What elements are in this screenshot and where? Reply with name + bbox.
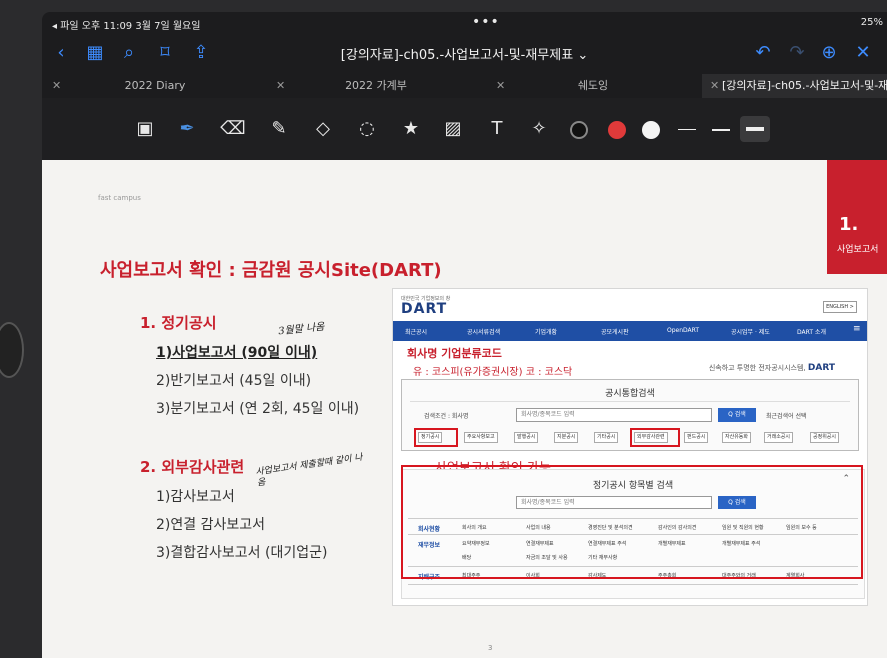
dart-nav-item[interactable]: DART 소개 xyxy=(797,327,826,336)
slide-heading: 사업보고서 확인 : 금감원 공시Site(DART) xyxy=(100,260,442,281)
eraser-icon[interactable]: ⌫ xyxy=(220,116,246,142)
item-consolidated-audit: 2)연결 감사보고서 xyxy=(156,517,265,533)
checkbox-other[interactable]: 기타공시 xyxy=(594,432,619,443)
battery-level: 25% xyxy=(860,17,883,28)
search-input[interactable]: 회사명/종목코드 입력 xyxy=(516,408,712,422)
handwritten-note-2: 사업보고서 제출할때 같이 나옴 xyxy=(255,452,364,489)
search-button[interactable]: Q 검색 xyxy=(718,408,756,422)
multitask-dots[interactable]: ••• xyxy=(472,14,500,30)
tab-label: 2022 Diary xyxy=(124,79,186,92)
chapter-tab: 1. 사업보고서 xyxy=(827,160,887,274)
menu-icon[interactable]: ≡ xyxy=(853,324,861,334)
item-half-report: 2)반기보고서 (45일 이내) xyxy=(156,373,312,389)
page-number: 3 xyxy=(488,644,493,652)
slogan-text: 신속하고 투명한 전자공시시스템, xyxy=(708,364,806,372)
divider xyxy=(408,584,858,585)
item-audit-report: 1)감사보고서 xyxy=(156,489,235,505)
image-icon[interactable]: ▨ xyxy=(440,116,466,142)
highlight-audit xyxy=(630,428,680,447)
tab-label: [강의자료]-ch05.-사업보고서-및-재무... xyxy=(722,79,887,92)
dart-screenshot: 대한민국 기업정보의 창 DART ENGLISH > 최근공시 공시서류검색 … xyxy=(392,288,868,606)
checkbox-issuance[interactable]: 발행공시 xyxy=(514,432,539,443)
dart-nav-item[interactable]: 공시업무 · 제도 xyxy=(731,327,770,336)
checkbox-major[interactable]: 주요사항보고 xyxy=(464,432,498,443)
redo-icon[interactable]: ↷ xyxy=(786,42,808,64)
dart-nav-item[interactable]: 공시서류검색 xyxy=(467,327,500,336)
undo-icon[interactable]: ↶ xyxy=(752,42,774,64)
drawing-toolbar: ▣ ✒ ⌫ ✎ ◇ ◌ ★ ▨ T ✧ xyxy=(42,98,887,160)
add-page-icon[interactable]: ⊕ xyxy=(818,42,840,64)
text-icon[interactable]: T xyxy=(484,116,510,142)
device-camera xyxy=(0,322,24,378)
chapter-label: 사업보고서 xyxy=(837,245,879,255)
tab-shadowing[interactable]: ✕ 쉐도잉 xyxy=(484,74,702,98)
dart-nav-item[interactable]: 기업개황 xyxy=(535,327,557,336)
color-red-swatch[interactable] xyxy=(608,121,626,139)
dart-nav-item[interactable]: 최근공시 xyxy=(405,327,427,336)
dart-nav-item[interactable]: OpenDART xyxy=(667,327,699,334)
stroke-thin[interactable] xyxy=(678,129,696,130)
tab-label: 2022 가계부 xyxy=(345,79,407,92)
shapes-icon[interactable]: ◇ xyxy=(310,116,336,142)
nav-bar: ‹ ▦ ⌕ ⌑ ⇪ [강의자료]-ch05.-사업보고서-및-재무제표 ⌄ ↶ … xyxy=(42,34,887,74)
tab-bar: ✕ 2022 Diary ✕ 2022 가계부 ✕ 쉐도잉 ✕ [강의자료]-c… xyxy=(42,74,887,98)
checkbox-exchange[interactable]: 거래소공시 xyxy=(764,432,794,443)
reader-icon[interactable]: ▣ xyxy=(132,116,158,142)
handwritten-note-1: 3월말 나옴 xyxy=(277,321,326,338)
lasso-icon[interactable]: ◌ xyxy=(354,116,380,142)
highlighter-icon[interactable]: ✎ xyxy=(266,116,292,142)
dart-slogan: 신속하고 투명한 전자공시시스템, DART xyxy=(709,363,835,373)
status-left: ◂ 파일 오후 11:09 3월 7일 월요일 xyxy=(52,21,201,32)
document-page[interactable]: 1. 사업보고서 fast campus 사업보고서 확인 : 금감원 공시Si… xyxy=(42,160,887,658)
dart-nav-item[interactable]: 공모게시판 xyxy=(601,327,629,336)
english-button[interactable]: ENGLISH > xyxy=(823,301,857,313)
app-window: ◂ 파일 오후 11:09 3월 7일 월요일 ••• 25% ‹ ▦ ⌕ ⌑ … xyxy=(42,12,887,658)
section-periodic: 1. 정기공시 xyxy=(140,314,217,332)
slogan-brand: DART xyxy=(807,363,835,373)
checkbox-abs[interactable]: 자산유동화 xyxy=(722,432,752,443)
close-icon[interactable]: ✕ xyxy=(852,42,874,64)
highlight-periodic-search xyxy=(401,465,863,579)
checkbox-equity[interactable]: 지분공시 xyxy=(554,432,579,443)
tab-lecture[interactable]: ✕ [강의자료]-ch05.-사업보고서-및-재무... xyxy=(702,74,887,98)
pen-icon[interactable]: ✒ xyxy=(174,116,200,142)
integrated-search-title: 공시통합검색 xyxy=(605,389,655,399)
dart-nav-bar: 최근공시 공시서류검색 기업개황 공모게시판 OpenDART 공시업무 · 제… xyxy=(393,321,867,341)
stroke-thick[interactable] xyxy=(746,127,764,131)
tab-budget[interactable]: ✕ 2022 가계부 xyxy=(268,74,484,98)
search-condition-select[interactable]: 검색조건 : 회사명 xyxy=(424,411,468,420)
dart-logo: DART xyxy=(401,301,448,317)
recent-search-select[interactable]: 최근검색어 선택 xyxy=(766,411,807,420)
color-black-swatch[interactable] xyxy=(570,121,588,139)
corp-code-note: 유 : 코스피(유가증권시장) 코 : 코스닥 xyxy=(413,367,573,378)
tab-label: 쉐도잉 xyxy=(577,79,609,92)
item-quarter-report: 3)분기보고서 (연 2회, 45일 이내) xyxy=(156,401,360,417)
status-bar: ◂ 파일 오후 11:09 3월 7일 월요일 ••• 25% xyxy=(42,12,887,34)
integrated-search-panel: 공시통합검색 검색조건 : 회사명 회사명/종목코드 입력 Q 검색 최근검색어… xyxy=(401,379,859,451)
color-white-swatch[interactable] xyxy=(642,121,660,139)
checkbox-fund[interactable]: 펀드공시 xyxy=(684,432,709,443)
tab-diary[interactable]: ✕ 2022 Diary xyxy=(42,74,268,98)
stroke-medium[interactable] xyxy=(712,129,730,131)
highlight-periodic xyxy=(414,428,458,447)
corp-code-title: 회사명 기업분류코드 xyxy=(407,347,502,360)
laser-pointer-icon[interactable]: ✧ xyxy=(526,116,552,142)
tab-close-icon[interactable]: ✕ xyxy=(710,74,719,98)
checkbox-ftc[interactable]: 공정위공시 xyxy=(810,432,840,443)
fastcampus-logo: fast campus xyxy=(98,194,141,202)
item-combined-audit: 3)결합감사보고서 (대기업군) xyxy=(156,545,328,561)
item-business-report: 1)사업보고서 (90일 이내) xyxy=(156,345,318,361)
section-audit: 2. 외부감사관련 xyxy=(140,458,245,476)
sticker-icon[interactable]: ★ xyxy=(398,116,424,142)
divider xyxy=(410,401,850,402)
chapter-number: 1. xyxy=(839,214,859,235)
